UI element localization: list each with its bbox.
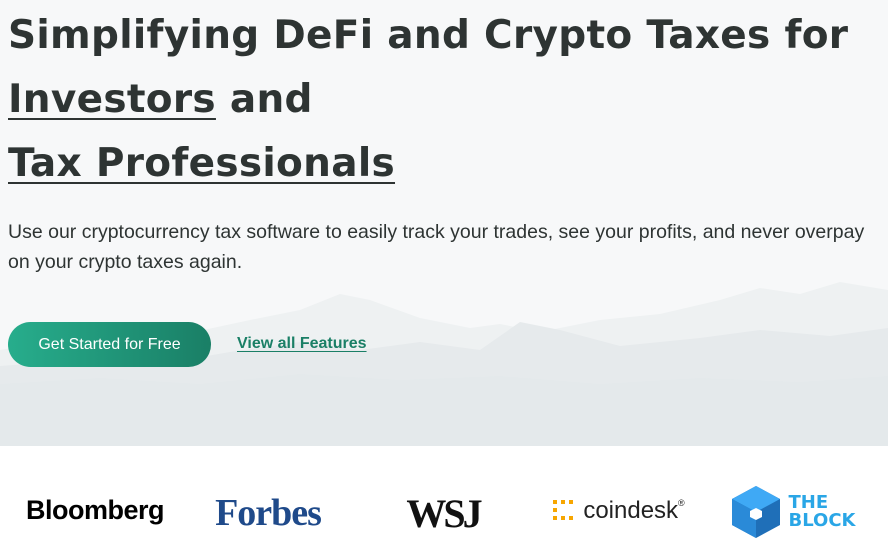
tax-professionals-link[interactable]: Tax Professionals bbox=[8, 141, 395, 186]
wsj-logo-text: WSJ bbox=[406, 490, 482, 536]
forbes-logo-text: Forbes bbox=[215, 492, 322, 534]
press-logos-bar: Bloomberg Forbes WSJ coindesk ® THE BLOCK bbox=[0, 446, 888, 553]
hero-subtitle: Use our cryptocurrency tax software to e… bbox=[8, 221, 865, 273]
forbes-logo[interactable]: Forbes bbox=[200, 489, 336, 537]
view-features-link[interactable]: View all Features bbox=[237, 335, 367, 353]
coindesk-logo[interactable]: coindesk ® bbox=[548, 494, 688, 528]
the-block-wordmark: THE BLOCK bbox=[788, 494, 855, 530]
get-started-button[interactable]: Get Started for Free bbox=[8, 322, 211, 367]
bloomberg-logo[interactable]: Bloomberg bbox=[24, 491, 166, 529]
the-block-text-line2: BLOCK bbox=[788, 510, 856, 531]
page-title: Simplifying DeFi and Crypto Taxes for Inv… bbox=[8, 4, 848, 196]
title-and: and bbox=[215, 77, 313, 122]
registered-mark: ® bbox=[678, 498, 685, 508]
cube-icon bbox=[732, 486, 781, 538]
coindesk-mark-icon bbox=[553, 500, 574, 520]
the-block-logo[interactable]: THE BLOCK bbox=[724, 484, 860, 540]
title-line1: Simplifying DeFi and Crypto Taxes for bbox=[8, 13, 849, 58]
wsj-logo[interactable]: WSJ bbox=[404, 489, 482, 537]
coindesk-logo-text: coindesk bbox=[583, 497, 679, 524]
bloomberg-logo-text: Bloomberg bbox=[25, 494, 165, 525]
investors-link[interactable]: Investors bbox=[8, 77, 216, 122]
hero-section: Simplifying DeFi and Crypto Taxes for Inv… bbox=[0, 0, 888, 446]
